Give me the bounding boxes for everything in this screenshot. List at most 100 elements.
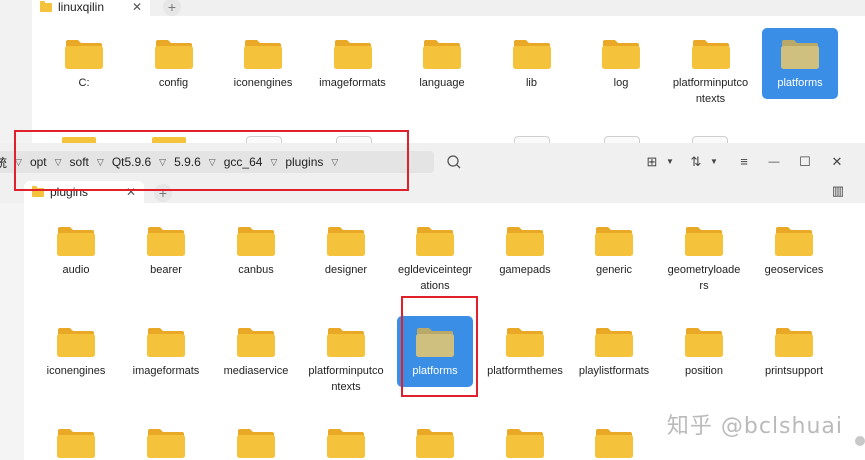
breadcrumb-label: opt	[29, 155, 47, 169]
folder-item-designer[interactable]: designer	[308, 225, 384, 278]
folder-icon	[236, 427, 276, 459]
folder-icon	[326, 326, 366, 358]
chevron-down-icon[interactable]: ▽	[331, 157, 338, 168]
folder-item-egldeviceintegrations[interactable]: egldeviceintegrations	[397, 225, 473, 294]
breadcrumb-item-opt[interactable]: ▽ opt	[7, 151, 47, 173]
sort-icon[interactable]: ⇅	[688, 152, 704, 172]
breadcrumb-item-plugins[interactable]: ▽ plugins	[262, 151, 323, 173]
folder-icon	[684, 225, 724, 257]
maximize-icon[interactable]: ☐	[797, 152, 813, 172]
folder-item-log[interactable]: log	[583, 38, 659, 91]
chevron-down-icon[interactable]: ▽	[159, 157, 166, 168]
folder-item-partial[interactable]	[397, 427, 473, 459]
folder-item-partial[interactable]	[128, 427, 204, 459]
breadcrumb-item-5-9-6[interactable]: ▽ 5.9.6	[151, 151, 201, 173]
folder-item-position[interactable]: position	[666, 326, 742, 379]
folder-item-imageformats[interactable]: imageformats	[315, 38, 391, 91]
close-window-icon[interactable]: ✕	[829, 152, 845, 172]
folder-mini-icon	[40, 0, 52, 12]
chevron-down-icon[interactable]: ▽	[270, 157, 277, 168]
minimize-icon[interactable]: —	[766, 152, 782, 172]
folder-item-iconengines[interactable]: iconengines	[225, 38, 301, 91]
address-breadcrumb[interactable]: 统 ▽ opt ▽ soft ▽ Qt5.9.6 ▽ 5.9.6 ▽ gcc_64 ▽ plugins…	[0, 151, 434, 173]
folder-item-config[interactable]: config	[136, 38, 212, 91]
folder-item-c-[interactable]: C:	[46, 38, 122, 91]
chevron-down-icon[interactable]: ▽	[15, 157, 22, 168]
tab-close-icon[interactable]: ✕	[126, 185, 136, 199]
folder-name: lib	[525, 77, 537, 89]
folder-icon	[505, 427, 545, 459]
grid-view-icon[interactable]: ⊞	[644, 152, 660, 172]
folder-item-canbus[interactable]: canbus	[218, 225, 294, 278]
folder-name: position	[685, 365, 723, 377]
folder-item-bearer[interactable]: bearer	[128, 225, 204, 278]
folder-item-geometryloaders[interactable]: geometryloaders	[666, 225, 742, 294]
tab-plugins[interactable]: plugins ✕	[24, 181, 144, 203]
folder-icon	[236, 225, 276, 257]
folder-icon	[326, 225, 366, 257]
folder-item-audio[interactable]: audio	[38, 225, 114, 278]
tab-bar: plugins ✕ + ▥	[0, 179, 865, 203]
folder-item-lib[interactable]: lib	[494, 38, 570, 91]
folder-item-partial[interactable]	[308, 427, 384, 459]
folder-icon	[505, 225, 545, 257]
breadcrumb-partial[interactable]: 统	[0, 151, 7, 173]
folder-item-geoservices[interactable]: geoservices	[756, 225, 832, 278]
breadcrumb-trailing-chevron[interactable]: ▽	[323, 151, 346, 173]
folder-item-platforminputcontexts[interactable]: platforminputcontexts	[673, 38, 749, 107]
folder-name: canbus	[238, 264, 274, 276]
add-tab-button[interactable]: +	[154, 184, 172, 202]
breadcrumb-item-soft[interactable]: ▽ soft	[47, 151, 89, 173]
folder-name: platforminputcontexts	[308, 365, 384, 393]
folder-item-platformthemes[interactable]: platformthemes	[487, 326, 563, 379]
folder-item-playlistformats[interactable]: playlistformats	[576, 326, 652, 379]
folder-item-platforms[interactable]: platforms	[762, 28, 838, 99]
add-tab-button[interactable]: +	[163, 0, 181, 16]
folder-item-partial[interactable]	[38, 427, 114, 459]
folder-name: platforminputcontexts	[672, 77, 749, 105]
folder-item-imageformats[interactable]: imageformats	[128, 326, 204, 379]
folder-item-partial[interactable]	[487, 427, 563, 459]
menu-icon[interactable]: ≡	[736, 152, 752, 172]
breadcrumb-label: plugins	[285, 155, 324, 169]
folder-icon	[326, 427, 366, 459]
folder-item-iconengines[interactable]: iconengines	[38, 326, 114, 379]
folder-item-partial[interactable]	[218, 427, 294, 459]
folder-name: imageformats	[319, 77, 386, 89]
folder-item-partial[interactable]	[576, 427, 652, 459]
chevron-down-icon[interactable]: ▼	[664, 152, 676, 172]
breadcrumb-label: 5.9.6	[174, 155, 201, 169]
breadcrumb-label: soft	[69, 155, 89, 169]
folder-icon	[691, 38, 731, 70]
folder-icon	[594, 427, 634, 459]
search-icon[interactable]	[444, 152, 464, 172]
folder-icon	[422, 38, 462, 70]
folder-icon	[56, 326, 96, 358]
folder-name: imageformats	[132, 365, 200, 377]
breadcrumb-item-gcc-64[interactable]: ▽ gcc_64	[201, 151, 263, 173]
chevron-down-icon[interactable]: ▽	[55, 157, 62, 168]
folder-item-platforminputcontexts[interactable]: platforminputcontexts	[308, 326, 384, 395]
folder-item-gamepads[interactable]: gamepads	[487, 225, 563, 278]
folder-item-language[interactable]: language	[404, 38, 480, 91]
folder-item-mediaservice[interactable]: mediaservice	[218, 326, 294, 379]
preview-pane-icon[interactable]: ▥	[830, 181, 846, 201]
folder-item-printsupport[interactable]: printsupport	[756, 326, 832, 379]
watermark-dot	[855, 436, 865, 446]
chevron-down-icon[interactable]: ▼	[708, 152, 720, 172]
chevron-down-icon[interactable]: ▽	[209, 157, 216, 168]
chevron-down-icon[interactable]: ▽	[97, 157, 104, 168]
side-strip	[0, 203, 24, 460]
folder-icon	[243, 38, 283, 70]
tab-close-icon[interactable]: ✕	[132, 0, 142, 14]
folder-icon	[601, 38, 641, 70]
folder-item-platforms[interactable]: platforms	[397, 316, 473, 387]
folder-icon	[505, 326, 545, 358]
folder-icon	[512, 38, 552, 70]
breadcrumb-item-qt5-9-6[interactable]: ▽ Qt5.9.6	[89, 151, 151, 173]
folder-item-generic[interactable]: generic	[576, 225, 652, 278]
breadcrumb-label: gcc_64	[223, 155, 263, 169]
tab-label: linuxqilin	[58, 0, 105, 14]
folder-name: platforms	[412, 365, 458, 377]
folder-name: designer	[324, 264, 368, 276]
